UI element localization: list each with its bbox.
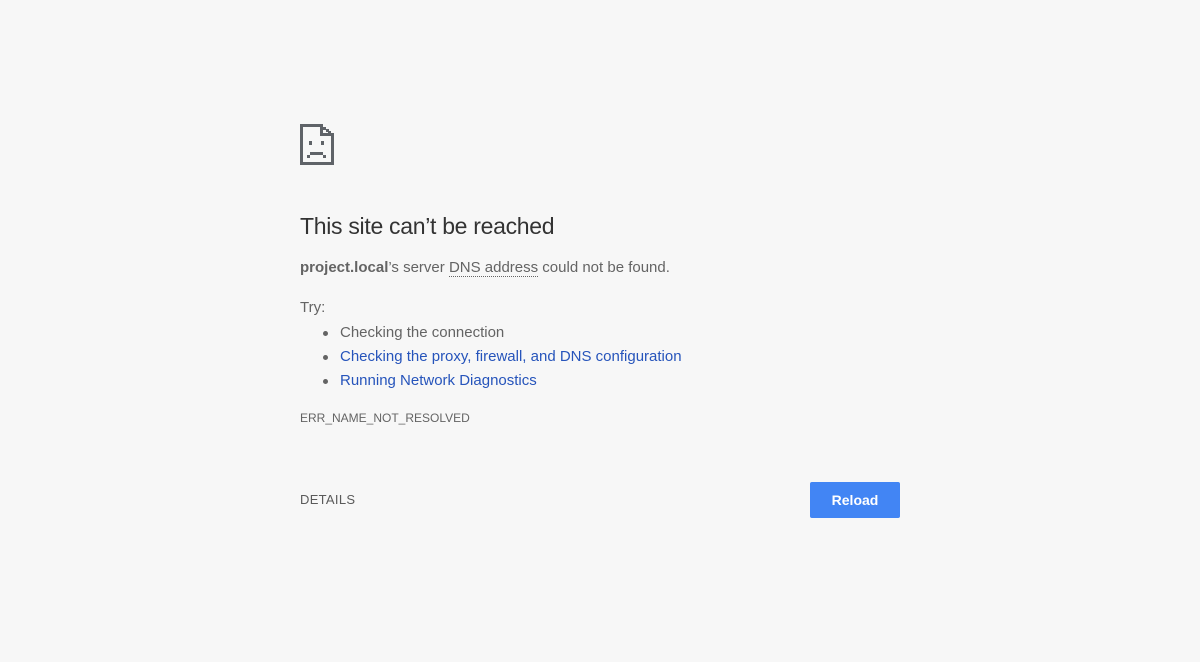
error-content: This site can’t be reached project.local… bbox=[300, 124, 900, 426]
suggestion-check-proxy: Checking the proxy, firewall, and DNS co… bbox=[300, 345, 900, 369]
network-diagnostics-link[interactable]: Running Network Diagnostics bbox=[340, 372, 537, 389]
try-label: Try: bbox=[300, 299, 326, 316]
check-proxy-link[interactable]: Checking the proxy, firewall, and DNS co… bbox=[340, 348, 682, 365]
suggestions-list: Checking the connection Checking the pro… bbox=[300, 321, 900, 393]
error-code: ERR_NAME_NOT_RESOLVED bbox=[300, 411, 470, 425]
bullet-icon bbox=[323, 331, 328, 336]
error-summary: project.local’s server DNS address could… bbox=[300, 257, 900, 279]
details-button[interactable]: DETAILS bbox=[300, 492, 355, 507]
sad-document-icon bbox=[300, 124, 334, 165]
summary-tail: could not be found. bbox=[538, 259, 670, 276]
summary-middle: ’s server bbox=[388, 259, 449, 276]
bullet-icon bbox=[323, 379, 328, 384]
bullet-icon bbox=[323, 355, 328, 360]
suggestion-check-connection: Checking the connection bbox=[300, 321, 900, 345]
error-heading: This site can’t be reached bbox=[300, 213, 555, 239]
reload-button[interactable]: Reload bbox=[810, 482, 900, 518]
suggestion-label: Checking the connection bbox=[340, 324, 505, 341]
suggestion-network-diagnostics: Running Network Diagnostics bbox=[300, 369, 900, 393]
error-page: This site can’t be reached project.local… bbox=[0, 0, 1200, 662]
host-name: project.local bbox=[300, 259, 389, 276]
dns-address-abbr: DNS address bbox=[448, 259, 539, 277]
